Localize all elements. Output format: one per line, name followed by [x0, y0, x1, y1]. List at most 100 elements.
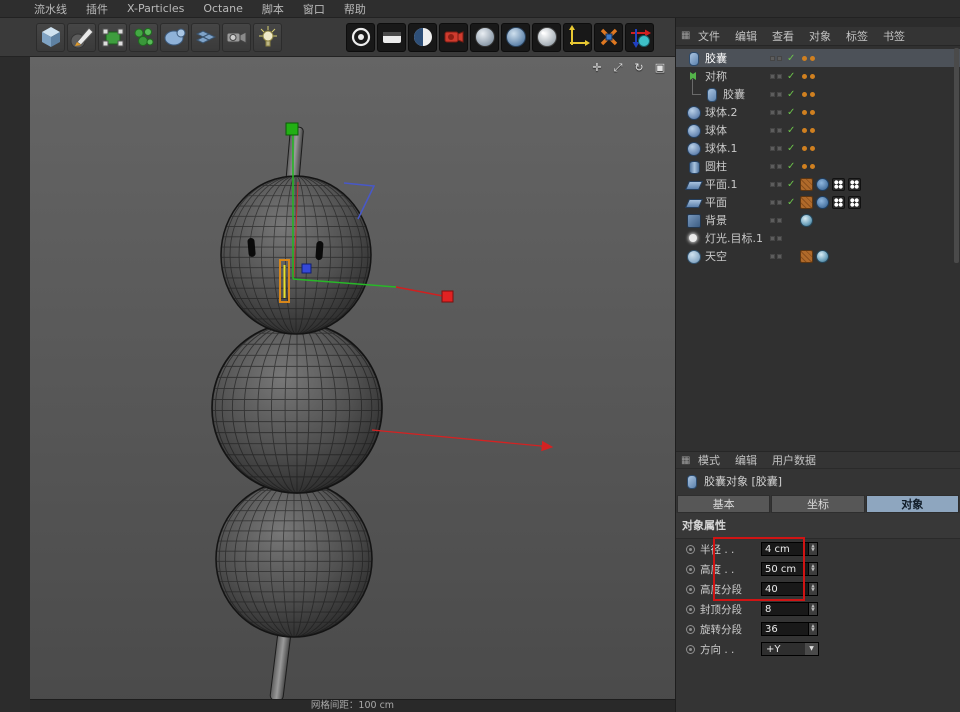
object-row-sphere1[interactable]: 球体.1 ✓ — [676, 139, 960, 157]
gizmo-z-handle[interactable] — [302, 264, 311, 273]
uvw-tag-icon[interactable] — [800, 250, 813, 263]
keyframe-circle-icon[interactable] — [686, 585, 695, 594]
stepper[interactable]: ▲▼ — [809, 582, 818, 596]
uvw-tag-icon[interactable] — [800, 178, 813, 191]
viewport[interactable]: ✛ ⤢ ↻ ▣ 网格间距：100 cm — [30, 57, 675, 712]
cap-segments-field[interactable]: 8 — [761, 602, 809, 616]
gizmo-y-handle[interactable] — [286, 123, 298, 135]
middle-sphere[interactable] — [212, 323, 382, 493]
visibility-toggles[interactable] — [770, 128, 782, 133]
menu-octane[interactable]: Octane — [203, 2, 243, 15]
viewport-canvas[interactable] — [30, 57, 675, 712]
panel-grid-icon[interactable]: ▦ — [681, 455, 693, 467]
camera-icon[interactable] — [222, 23, 251, 52]
texture-tag-icon[interactable] — [816, 250, 829, 263]
object-row-sphere[interactable]: 球体 ✓ — [676, 121, 960, 139]
tab-coordinates[interactable]: 坐标 — [771, 495, 864, 513]
visibility-toggles[interactable] — [770, 146, 782, 151]
visibility-toggles[interactable] — [770, 200, 782, 205]
polygon-cube-icon[interactable] — [98, 23, 127, 52]
enabled-check-icon[interactable]: ✓ — [787, 143, 795, 154]
rotation-segments-field[interactable]: 36 — [761, 622, 809, 636]
menu-pipeline[interactable]: 流水线 — [34, 1, 67, 17]
maximize-icon[interactable]: ▣ — [653, 61, 667, 75]
enabled-check-icon[interactable]: ✓ — [787, 161, 795, 172]
om-menu-bookmarks[interactable]: 书签 — [883, 28, 905, 44]
menu-plugins[interactable]: 插件 — [86, 1, 108, 17]
menu-script[interactable]: 脚本 — [262, 1, 284, 17]
keyframe-circle-icon[interactable] — [686, 545, 695, 554]
object-row-sphere2[interactable]: 球体.2 ✓ — [676, 103, 960, 121]
gizmo-x-handle[interactable] — [442, 291, 453, 302]
phong-tag-icon[interactable] — [816, 178, 829, 191]
octane-camera-icon[interactable] — [439, 23, 468, 52]
object-row-symmetry[interactable]: 对称 ✓ — [676, 67, 960, 85]
radius-field[interactable]: 4 cm — [761, 542, 809, 556]
uvw-tag-icon[interactable] — [800, 196, 813, 209]
keyframe-circle-icon[interactable] — [686, 605, 695, 614]
compositing-tag-icon[interactable] — [848, 196, 861, 209]
particles-icon[interactable] — [129, 23, 158, 52]
object-row-plane1[interactable]: 平面.1 ✓ — [676, 175, 960, 193]
texture-tag-icon[interactable] — [800, 214, 813, 227]
object-row-capsule-child[interactable]: 胶囊 ✓ — [676, 85, 960, 103]
compositing-tag-icon[interactable] — [832, 178, 845, 191]
am-menu-edit[interactable]: 编辑 — [735, 452, 757, 468]
snap-icon[interactable] — [594, 23, 623, 52]
material-sphere-icon-2[interactable] — [501, 23, 530, 52]
object-row-light-target[interactable]: 灯光.目标.1 — [676, 229, 960, 247]
object-row-background[interactable]: 背景 — [676, 211, 960, 229]
visibility-toggles[interactable] — [770, 110, 782, 115]
zoom-icon[interactable]: ⤢ — [611, 61, 625, 75]
menu-xparticles[interactable]: X-Particles — [127, 2, 184, 15]
render-settings-icon[interactable] — [377, 23, 406, 52]
metaball-icon[interactable] — [160, 23, 189, 52]
enabled-check-icon[interactable]: ✓ — [787, 107, 795, 118]
object-row-plane[interactable]: 平面 ✓ — [676, 193, 960, 211]
menu-help[interactable]: 帮助 — [344, 1, 366, 17]
panel-grid-icon[interactable]: ▦ — [681, 30, 693, 42]
object-row-cylinder[interactable]: 圆柱 ✓ — [676, 157, 960, 175]
xyz-axes-icon[interactable] — [563, 23, 592, 52]
enabled-check-icon[interactable]: ✓ — [787, 53, 795, 64]
om-menu-file[interactable]: 文件 — [698, 28, 720, 44]
am-menu-userdata[interactable]: 用户数据 — [772, 452, 816, 468]
material-icon[interactable] — [408, 23, 437, 52]
enabled-check-icon[interactable]: ✓ — [787, 89, 795, 100]
render-view-icon[interactable] — [346, 23, 375, 52]
enabled-check-icon[interactable]: ✓ — [787, 197, 795, 208]
keyframe-circle-icon[interactable] — [686, 645, 695, 654]
om-menu-edit[interactable]: 编辑 — [735, 28, 757, 44]
tab-basic[interactable]: 基本 — [677, 495, 770, 513]
stepper[interactable]: ▲▼ — [809, 602, 818, 616]
menu-window[interactable]: 窗口 — [303, 1, 325, 17]
orientation-dropdown[interactable]: +Y ▼ — [761, 642, 819, 656]
compositing-tag-icon[interactable] — [848, 178, 861, 191]
phong-tag-icon[interactable] — [816, 196, 829, 209]
bottom-sphere[interactable] — [216, 481, 372, 637]
keyframe-circle-icon[interactable] — [686, 565, 695, 574]
visibility-toggles[interactable] — [770, 56, 782, 61]
rotate-icon[interactable]: ↻ — [632, 61, 646, 75]
pen-tool-icon[interactable] — [67, 23, 96, 52]
enabled-check-icon[interactable]: ✓ — [787, 125, 795, 136]
visibility-toggles[interactable] — [770, 254, 782, 259]
om-menu-tags[interactable]: 标签 — [846, 28, 868, 44]
enabled-check-icon[interactable]: ✓ — [787, 179, 795, 190]
material-sphere-icon-1[interactable] — [470, 23, 499, 52]
am-menu-mode[interactable]: 模式 — [698, 452, 720, 468]
keyframe-circle-icon[interactable] — [686, 625, 695, 634]
height-field[interactable]: 50 cm — [761, 562, 809, 576]
pan-icon[interactable]: ✛ — [590, 61, 604, 75]
material-sphere-icon-3[interactable] — [532, 23, 561, 52]
stepper[interactable]: ▲▼ — [809, 542, 818, 556]
tab-object[interactable]: 对象 — [866, 495, 959, 513]
stepper[interactable]: ▲▼ — [809, 562, 818, 576]
axis-tool-icon[interactable] — [625, 23, 654, 52]
stepper[interactable]: ▲▼ — [809, 622, 818, 636]
om-menu-view[interactable]: 查看 — [772, 28, 794, 44]
cube-primitive-icon[interactable] — [36, 23, 65, 52]
array-icon[interactable] — [191, 23, 220, 52]
scrollbar-thumb[interactable] — [954, 48, 959, 263]
object-row-sky[interactable]: 天空 — [676, 247, 960, 265]
